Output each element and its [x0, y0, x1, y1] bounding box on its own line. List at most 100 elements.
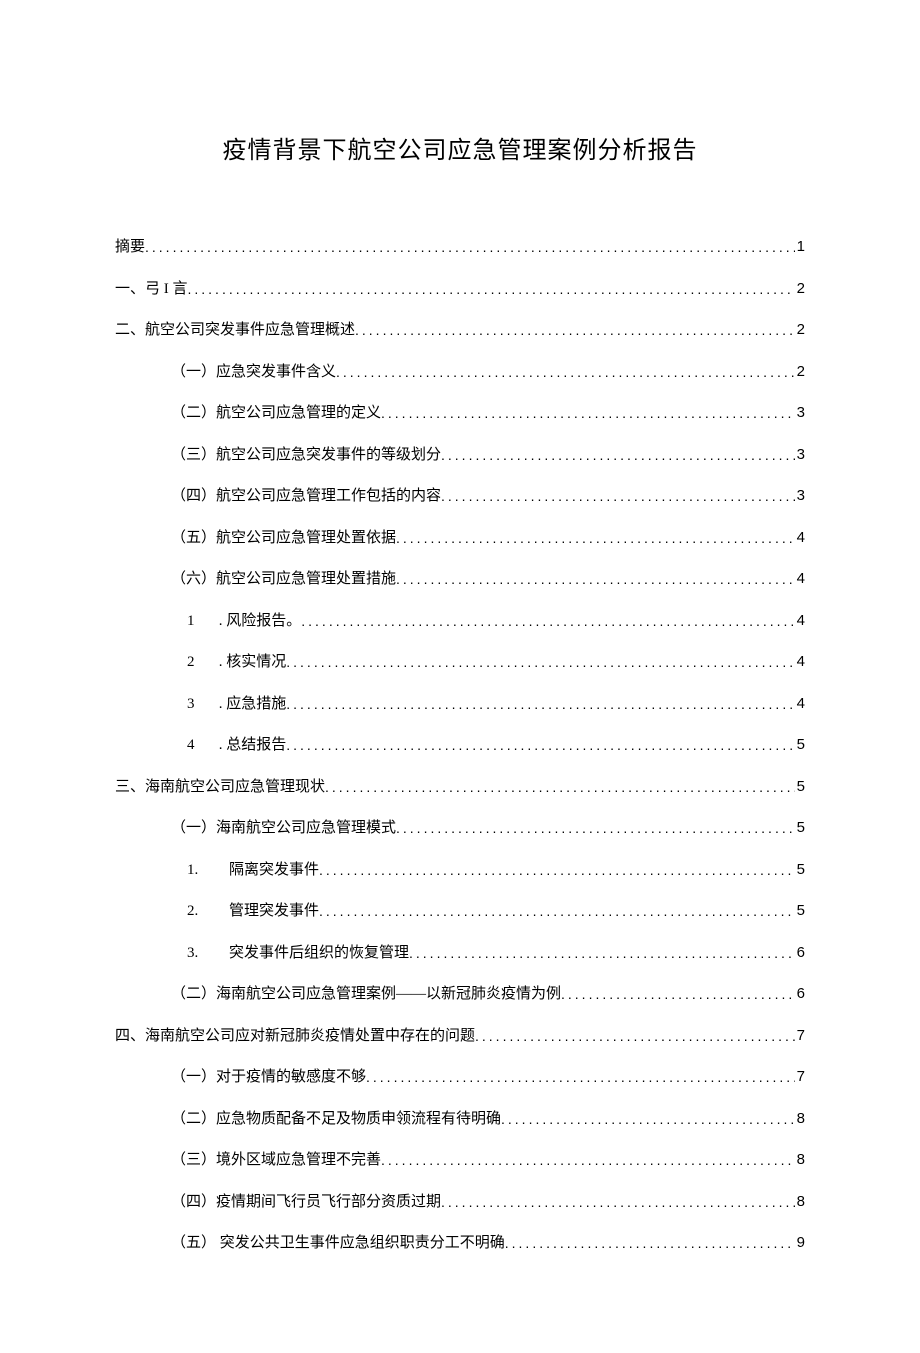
toc-number: 3.: [187, 945, 229, 962]
toc-entry: （六）航空公司应急管理处置措施 4: [115, 567, 805, 588]
toc-label: （二）应急物质配备不足及物质申领流程有待明确: [115, 1107, 501, 1128]
toc-label: 4 . 总结报告: [115, 733, 286, 754]
toc-page-number: 2: [795, 321, 805, 338]
toc-label: （四）疫情期间飞行员飞行部分资质过期: [115, 1190, 441, 1211]
toc-leader-dots: [396, 530, 795, 546]
toc-text: 隔离突发事件: [229, 862, 319, 878]
toc-page-number: 5: [795, 819, 805, 836]
toc-page-number: 1: [795, 238, 805, 255]
toc-leader-dots: [319, 862, 795, 878]
toc-leader-dots: [301, 613, 794, 629]
toc-leader-dots: [396, 571, 795, 587]
toc-text: 管理突发事件: [229, 903, 319, 919]
toc-number: 4: [187, 737, 215, 754]
toc-leader-dots: [561, 986, 795, 1002]
toc-label: 三、海南航空公司应急管理现状: [115, 775, 325, 796]
toc-leader-dots: [505, 1235, 795, 1251]
toc-label: 1.隔离突发事件: [115, 858, 319, 879]
toc-page-number: 4: [795, 570, 805, 587]
toc-leader-dots: [441, 1194, 795, 1210]
toc-leader-dots: [409, 945, 795, 961]
toc-page-number: 8: [795, 1193, 805, 1210]
toc-label: 二、航空公司突发事件应急管理概述: [115, 318, 355, 339]
toc-page-number: 4: [795, 612, 805, 629]
toc-leader-dots: [441, 447, 795, 463]
toc-entry: （四）疫情期间飞行员飞行部分资质过期 8: [115, 1190, 805, 1211]
toc-label: 2.管理突发事件: [115, 899, 319, 920]
toc-entry: 1 . 风险报告。 4: [115, 609, 805, 630]
document-page: 疫情背景下航空公司应急管理案例分析报告 摘要 1 一、弓 I 言 2 二、航空公司突发…: [0, 0, 920, 1353]
toc-page-number: 2: [795, 363, 805, 380]
toc-entry: 3.突发事件后组织的恢复管理6: [115, 941, 805, 962]
toc-label: （六）航空公司应急管理处置措施: [115, 567, 396, 588]
toc-label: 1 . 风险报告。: [115, 609, 301, 630]
toc-number: 2.: [187, 903, 229, 920]
toc-label: （四）航空公司应急管理工作包括的内容: [115, 484, 441, 505]
toc-leader-dots: [355, 322, 795, 338]
toc-text: . 风险报告。: [215, 613, 301, 629]
toc-leader-dots: [286, 654, 794, 670]
toc-leader-dots: [319, 903, 795, 919]
toc-entry: 三、海南航空公司应急管理现状 5: [115, 775, 805, 796]
toc-page-number: 5: [795, 778, 805, 795]
toc-label: （三）境外区域应急管理不完善: [115, 1148, 381, 1169]
toc-page-number: 7: [795, 1027, 805, 1044]
toc-leader-dots: [325, 779, 795, 795]
toc-label: （一）海南航空公司应急管理模式: [115, 816, 396, 837]
toc-leader-dots: [381, 405, 795, 421]
toc-entry: 3 . 应急措施 4: [115, 692, 805, 713]
toc-page-number: 4: [795, 653, 805, 670]
toc-entry: （四）航空公司应急管理工作包括的内容3: [115, 484, 805, 505]
toc-entry: 2 . 核实情况 4: [115, 650, 805, 671]
toc-entry: （三）境外区域应急管理不完善 8: [115, 1148, 805, 1169]
toc-entry: 4 . 总结报告 5: [115, 733, 805, 754]
toc-label: （二）航空公司应急管理的定义: [115, 401, 381, 422]
toc-text: 突发事件后组织的恢复管理: [229, 945, 409, 961]
toc-page-number: 5: [795, 736, 805, 753]
toc-page-number: 6: [795, 985, 805, 1002]
toc-label: 3.突发事件后组织的恢复管理: [115, 941, 409, 962]
table-of-contents: 摘要1一、弓 I 言 2二、航空公司突发事件应急管理概述2（一）应急突发事件含义…: [115, 235, 805, 1252]
toc-entry: （一）海南航空公司应急管理模式 5: [115, 816, 805, 837]
toc-label: （一）对于疫情的敏感度不够: [115, 1065, 366, 1086]
toc-entry: （一）对于疫情的敏感度不够 7: [115, 1065, 805, 1086]
toc-page-number: 4: [795, 695, 805, 712]
toc-label: （五）航空公司应急管理处置依据: [115, 526, 396, 547]
toc-entry: 1.隔离突发事件5: [115, 858, 805, 879]
toc-label: 四、海南航空公司应对新冠肺炎疫情处置中存在的问题: [115, 1024, 475, 1045]
toc-page-number: 8: [795, 1151, 805, 1168]
toc-leader-dots: [188, 281, 795, 297]
toc-leader-dots: [286, 696, 794, 712]
toc-label: 2 . 核实情况: [115, 650, 286, 671]
toc-page-number: 3: [795, 446, 805, 463]
toc-leader-dots: [501, 1111, 795, 1127]
toc-text: . 应急措施: [215, 696, 286, 712]
toc-page-number: 5: [795, 902, 805, 919]
toc-page-number: 9: [795, 1234, 805, 1251]
toc-entry: （五）航空公司应急管理处置依据 4: [115, 526, 805, 547]
toc-text: . 核实情况: [215, 654, 286, 670]
toc-label: （三）航空公司应急突发事件的等级划分: [115, 443, 441, 464]
toc-label: （一）应急突发事件含义: [115, 360, 336, 381]
toc-leader-dots: [475, 1028, 795, 1044]
toc-number: 1.: [187, 862, 229, 879]
toc-entry: （二）航空公司应急管理的定义3: [115, 401, 805, 422]
toc-leader-dots: [336, 364, 795, 380]
toc-label: （五） 突发公共卫生事件应急组织职责分工不明确: [115, 1231, 505, 1252]
toc-page-number: 2: [795, 280, 805, 297]
toc-label: 摘要: [115, 235, 145, 256]
toc-entry: 2.管理突发事件 5: [115, 899, 805, 920]
toc-label: 3 . 应急措施: [115, 692, 286, 713]
toc-page-number: 7: [795, 1068, 805, 1085]
toc-leader-dots: [441, 488, 795, 504]
toc-leader-dots: [381, 1152, 795, 1168]
toc-entry: （一）应急突发事件含义 2: [115, 360, 805, 381]
toc-entry: （二）应急物质配备不足及物质申领流程有待明确8: [115, 1107, 805, 1128]
toc-number: 1: [187, 613, 215, 630]
toc-label: 一、弓 I 言: [115, 277, 188, 298]
toc-number: 3: [187, 696, 215, 713]
toc-entry: 摘要 1: [115, 235, 805, 256]
toc-page-number: 4: [795, 529, 805, 546]
toc-entry: （二）海南航空公司应急管理案例——以新冠肺炎疫情为例6: [115, 982, 805, 1003]
document-title: 疫情背景下航空公司应急管理案例分析报告: [115, 130, 805, 165]
